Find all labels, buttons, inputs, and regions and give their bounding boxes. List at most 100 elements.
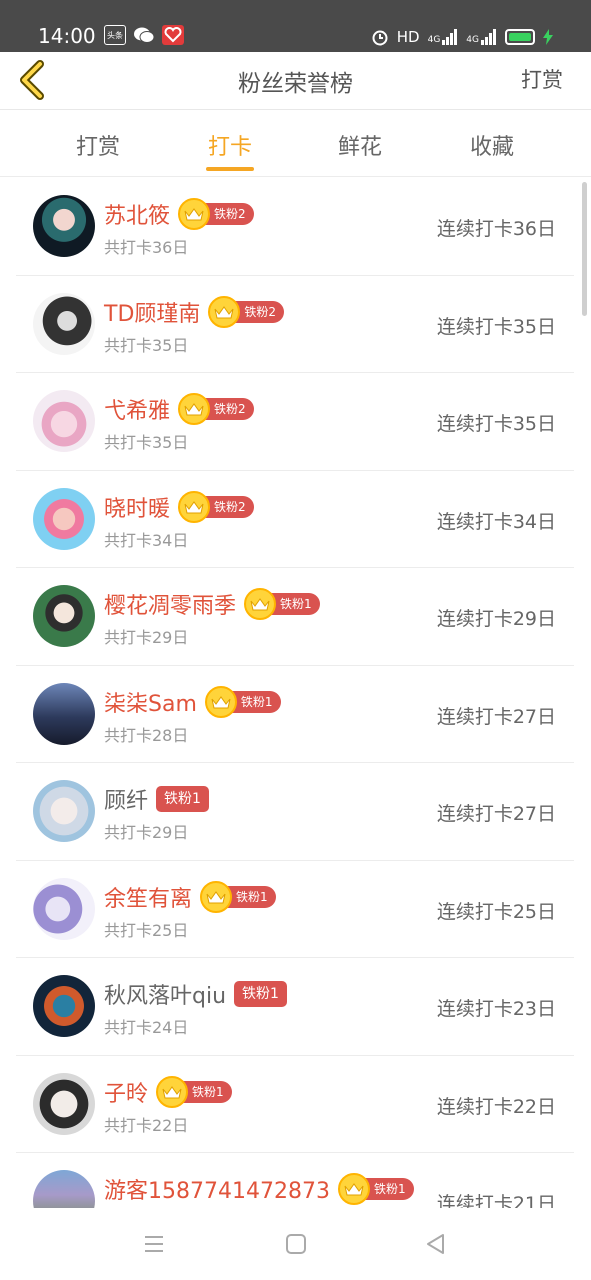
total-checkin: 共打卡22日 — [104, 1115, 189, 1135]
list-item[interactable]: 晓时暖 铁粉2 共打卡34日 连续打卡34日 — [16, 471, 574, 568]
fan-name[interactable]: 弋希雅 — [104, 393, 170, 425]
crown-icon — [200, 880, 233, 913]
page-title: 粉丝荣誉榜 — [238, 71, 353, 97]
list-item[interactable]: 顾纤 铁粉1 共打卡29日 连续打卡27日 — [16, 763, 574, 861]
hd-indicator: HD — [396, 28, 420, 46]
network-type-label: 4G — [427, 35, 441, 45]
total-checkin: 共打卡36日 — [104, 238, 189, 257]
streak-checkin: 连续打卡22日 — [436, 1095, 556, 1118]
avatar[interactable] — [33, 780, 95, 842]
fan-name[interactable]: 晓时暖 — [104, 491, 170, 523]
total-checkin: 共打卡24日 — [104, 1018, 189, 1037]
reward-button[interactable]: 打赏 — [521, 64, 563, 94]
name-line: 秋风落叶qiu 铁粉1 — [104, 978, 287, 1010]
list-item[interactable]: TD顾瑾南 铁粉2 共打卡35日 连续打卡35日 — [16, 276, 574, 373]
fan-level-label: 铁粉1 — [234, 981, 287, 1007]
crown-icon — [156, 1075, 189, 1108]
list-item[interactable]: 樱花凋零雨季 铁粉1 共打卡29日 连续打卡29日 — [16, 568, 574, 666]
streak-checkin: 连续打卡27日 — [436, 803, 556, 825]
menu-button[interactable] — [140, 1230, 168, 1258]
name-line: 子昤 铁粉1 — [104, 1075, 232, 1108]
fan-level-badge: 铁粉1 — [234, 981, 287, 1007]
streak-checkin: 连续打卡36日 — [436, 218, 556, 240]
list-item[interactable]: 秋风落叶qiu 铁粉1 共打卡24日 连续打卡23日 — [16, 958, 574, 1056]
fan-level-label: 铁粉1 — [156, 786, 209, 812]
network-type-label: 4G — [466, 35, 479, 45]
xiaohongshu-app-icon — [162, 25, 184, 45]
streak-checkin: 连续打卡35日 — [436, 315, 556, 338]
total-checkin: 共打卡29日 — [104, 823, 189, 842]
fan-name[interactable]: 游客1587741472873 — [104, 1173, 330, 1205]
signal-bars-icon — [442, 29, 458, 45]
signal-bars-icon — [481, 29, 496, 45]
name-line: 柒柒Sam 铁粉1 — [104, 685, 281, 718]
fan-list: 苏北筱 铁粉2 共打卡36日 连续打卡36日 TD顾瑾南 铁粉2 共打卡35日 连续打卡35日… — [16, 178, 574, 1208]
scrollbar[interactable] — [582, 182, 587, 316]
fan-level-badge: 铁粉2 — [178, 393, 254, 425]
menu-icon — [145, 1236, 163, 1252]
battery-icon — [505, 29, 535, 45]
crown-icon — [204, 685, 237, 718]
fan-level-badge: 铁粉1 — [200, 880, 276, 913]
signal-1: 4G — [428, 29, 459, 45]
tab-reward[interactable]: 打赏 — [58, 129, 138, 161]
active-tab-indicator — [206, 167, 254, 171]
crown-icon — [178, 490, 211, 523]
fan-name[interactable]: 柒柒Sam — [104, 686, 197, 718]
total-checkin: 共打卡25日 — [104, 920, 189, 940]
list-item[interactable]: 苏北筱 铁粉2 共打卡36日 连续打卡36日 — [16, 178, 574, 276]
status-indicators: HD 4G 4G — [371, 24, 553, 50]
avatar[interactable] — [33, 585, 95, 647]
fan-name[interactable]: 子昤 — [104, 1076, 148, 1108]
status-bar: 14:00 头条 HD 4G 4G — [0, 0, 591, 52]
avatar[interactable] — [33, 1170, 95, 1208]
name-line: 樱花凋零雨季 铁粉1 — [104, 588, 320, 620]
fan-name[interactable]: 秋风落叶qiu — [104, 978, 226, 1010]
streak-checkin: 连续打卡25日 — [436, 900, 556, 923]
list-item[interactable]: 子昤 铁粉1 共打卡22日 连续打卡22日 — [16, 1056, 574, 1153]
tab-flowers[interactable]: 鲜花 — [320, 129, 400, 161]
tab-checkin[interactable]: 打卡 — [190, 129, 270, 161]
fan-name[interactable]: TD顾瑾南 — [104, 296, 200, 328]
total-checkin: 共打卡29日 — [104, 628, 189, 647]
fan-level-badge: 铁粉1 — [156, 1075, 232, 1108]
crown-icon — [178, 393, 211, 425]
fan-name[interactable]: 樱花凋零雨季 — [104, 588, 236, 620]
avatar[interactable] — [33, 975, 95, 1037]
status-time: 14:00 — [38, 24, 96, 48]
avatar[interactable] — [33, 292, 95, 355]
back-nav-button[interactable] — [422, 1230, 450, 1258]
fan-level-badge: 铁粉2 — [208, 295, 285, 328]
tab-bar: 打赏 打卡 鲜花 收藏 — [0, 111, 591, 177]
total-checkin: 共打卡34日 — [104, 530, 189, 550]
total-checkin: 共打卡28日 — [104, 725, 189, 745]
avatar[interactable] — [33, 682, 95, 745]
avatar[interactable] — [33, 487, 95, 550]
home-button[interactable] — [282, 1230, 310, 1258]
charging-icon — [543, 29, 553, 45]
app-header: 粉丝荣誉榜 打赏 — [0, 52, 591, 110]
streak-checkin: 连续打卡23日 — [436, 998, 556, 1020]
fan-name[interactable]: 余笙有离 — [104, 881, 192, 913]
crown-icon — [244, 588, 277, 620]
home-icon — [286, 1234, 306, 1254]
list-item[interactable]: 游客1587741472873 铁粉1 连续打卡21日 — [16, 1153, 574, 1208]
name-line: 弋希雅 铁粉2 — [104, 393, 254, 425]
list-item[interactable]: 余笙有离 铁粉1 共打卡25日 连续打卡25日 — [16, 861, 574, 958]
name-line: TD顾瑾南 铁粉2 — [104, 295, 285, 328]
fan-level-badge: 铁粉2 — [178, 198, 254, 230]
streak-checkin: 连续打卡29日 — [436, 608, 556, 630]
total-checkin: 共打卡35日 — [104, 335, 189, 355]
fan-level-badge: 铁粉1 — [204, 685, 281, 718]
list-item[interactable]: 弋希雅 铁粉2 共打卡35日 连续打卡35日 — [16, 373, 574, 471]
list-item[interactable]: 柒柒Sam 铁粉1 共打卡28日 连续打卡27日 — [16, 666, 574, 763]
fan-name[interactable]: 苏北筱 — [104, 198, 170, 230]
name-line: 苏北筱 铁粉2 — [104, 198, 254, 230]
avatar[interactable] — [33, 1072, 95, 1135]
tab-favorites[interactable]: 收藏 — [452, 129, 532, 161]
avatar[interactable] — [33, 390, 95, 452]
avatar[interactable] — [33, 877, 95, 940]
toutiao-app-icon: 头条 — [104, 25, 126, 45]
fan-name[interactable]: 顾纤 — [104, 783, 148, 815]
avatar[interactable] — [33, 195, 95, 257]
